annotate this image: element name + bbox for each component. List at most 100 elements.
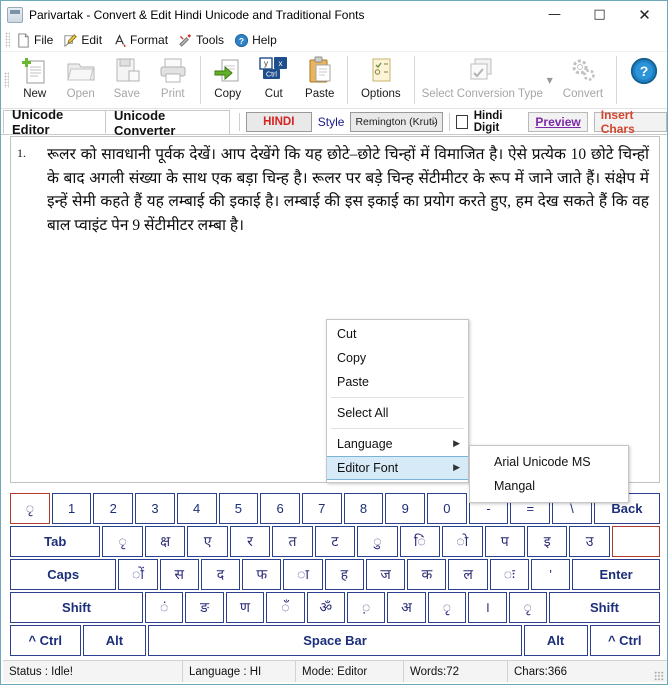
key-caps[interactable]: Caps	[10, 559, 117, 590]
key-r2-c4[interactable]: फ	[242, 559, 282, 590]
toolbar-button-print[interactable]: Print	[150, 52, 196, 108]
key-r3-c7[interactable]: अ	[387, 592, 426, 623]
context-menu-item-language[interactable]: Language ▶	[327, 432, 468, 456]
context-menu-item-cut[interactable]: Cut	[327, 322, 468, 346]
keyboard-row: Shiftं ङ णँ ॐ़ अृ ।ृ Shift	[10, 592, 661, 623]
key-r3-c9[interactable]: ।	[468, 592, 507, 623]
key-r2-c1[interactable]: ों	[118, 559, 158, 590]
tab-unicode-editor[interactable]: Unicode Editor	[3, 107, 106, 137]
context-menu-item-select-all[interactable]: Select All	[327, 401, 468, 425]
key-1[interactable]: 1	[51, 493, 92, 524]
submenu-item-mangal[interactable]: Mangal	[470, 474, 628, 498]
toolbar-drag-grip[interactable]	[4, 72, 9, 88]
minimize-button[interactable]: —	[532, 1, 577, 29]
key-r3-c2[interactable]: ङ	[185, 592, 224, 623]
key-r2-c10[interactable]: ः	[489, 559, 529, 590]
key-2[interactable]: 2	[93, 493, 134, 524]
key-r2-c8[interactable]: क	[407, 559, 447, 590]
context-menu-item-copy-label: Copy	[337, 351, 367, 365]
toolbar-button-new[interactable]: New	[12, 52, 58, 108]
key-6[interactable]: 6	[260, 493, 300, 524]
toolbar-button-paste[interactable]: Paste	[297, 52, 343, 108]
toolbar-button-print-label: Print	[160, 88, 185, 100]
context-menu-item-copy[interactable]: Copy	[327, 346, 468, 370]
toolbar-button-open[interactable]: Open	[58, 52, 104, 108]
key-r1-c4[interactable]: र	[229, 526, 271, 557]
key-tab[interactable]: Tab	[10, 526, 101, 557]
key-3[interactable]: 3	[135, 493, 175, 524]
key-r2-c2[interactable]: स	[159, 559, 199, 590]
key-enter[interactable]: Enter	[572, 559, 660, 590]
key-ctrl[interactable]: ^ Ctrl	[589, 625, 660, 656]
menu-item-file[interactable]: File	[13, 32, 60, 49]
chevron-down-icon[interactable]: ▼	[547, 76, 553, 85]
key-r3-c5[interactable]: ॐ	[306, 592, 345, 623]
key-5[interactable]: 5	[218, 493, 259, 524]
key-9[interactable]: 9	[385, 493, 426, 524]
close-button[interactable]: ✕	[622, 1, 667, 29]
toolbar-button-copy[interactable]: Copy	[205, 52, 251, 108]
key-space-bar[interactable]: Space Bar	[148, 625, 522, 656]
key-r1-c7[interactable]: ु	[357, 526, 398, 557]
key-shift[interactable]: Shift	[548, 592, 661, 623]
submenu-item-arial-unicode-ms[interactable]: Arial Unicode MS	[470, 450, 628, 474]
toolbar-button-help[interactable]: ?	[621, 52, 667, 108]
resize-grip[interactable]	[654, 671, 664, 681]
key-r3-c3[interactable]: ण	[225, 592, 265, 623]
style-dropdown[interactable]: Remington (Kruti) ⌄	[350, 112, 443, 132]
key-r2-c11[interactable]: '	[531, 559, 571, 590]
context-menu-item-editor-font[interactable]: Editor Font ▶	[327, 456, 468, 480]
key-r1-c12[interactable]: उ	[569, 526, 610, 557]
key-r2-c3[interactable]: द	[200, 559, 241, 590]
toolbar-button-paste-label: Paste	[305, 88, 335, 100]
key-r1-c1[interactable]: ृ	[102, 526, 143, 557]
key-r1-c9[interactable]: ो	[442, 526, 483, 557]
key-shift[interactable]: Shift	[10, 592, 143, 623]
toolbar-button-convert[interactable]: Convert	[554, 52, 612, 108]
key-r3-c1[interactable]: ं	[144, 592, 184, 623]
key-r1-c3[interactable]: ए	[187, 526, 228, 557]
key-r3-c8[interactable]: ृ	[427, 592, 467, 623]
key-r3-c6[interactable]: ़	[346, 592, 386, 623]
toolbar-button-options[interactable]: Options	[352, 52, 410, 108]
menu-item-format[interactable]: Format	[109, 32, 175, 49]
key-r2-c9[interactable]: ल	[448, 559, 488, 590]
key-7[interactable]: 7	[301, 493, 342, 524]
tab-unicode-converter[interactable]: Unicode Converter	[105, 108, 230, 138]
key-4[interactable]: 4	[176, 493, 217, 524]
key-r2-c6[interactable]: ह	[324, 559, 364, 590]
key-alt[interactable]: Alt	[523, 625, 588, 656]
key-r1-c8[interactable]: िं	[399, 526, 441, 557]
hindi-digit-checkbox[interactable]	[455, 115, 468, 129]
insert-chars-button[interactable]: Insert Chars	[593, 108, 667, 136]
key-r1-c5[interactable]: त	[272, 526, 313, 557]
toolbar-button-select-conversion-type[interactable]: Select Conversion Type	[419, 52, 546, 108]
key-r2-c5[interactable]: ा	[283, 559, 323, 590]
toolbar-button-save[interactable]: Save	[104, 52, 150, 108]
key-r1-c2[interactable]: क्ष	[144, 526, 186, 557]
menu-item-edit[interactable]: Edit	[60, 32, 109, 49]
key-0[interactable]: 0	[427, 493, 467, 524]
key-8[interactable]: 8	[343, 493, 384, 524]
menu-drag-grip[interactable]	[5, 32, 10, 48]
key-r0-c0[interactable]: ृ	[10, 493, 50, 524]
key-r2-c7[interactable]: ज	[365, 559, 406, 590]
key-r1-c6[interactable]: ट	[314, 526, 356, 557]
key-r3-c4[interactable]: ँ	[266, 592, 305, 623]
menu-item-tools[interactable]: Tools	[175, 32, 231, 49]
toolbar-separator-1	[199, 56, 201, 104]
maximize-button[interactable]: □	[577, 1, 622, 29]
key-r1-c11[interactable]: इ	[526, 526, 568, 557]
key-r1-c10[interactable]: प	[484, 526, 525, 557]
context-menu-item-paste[interactable]: Paste	[327, 370, 468, 394]
app-icon	[7, 6, 23, 23]
editor-text[interactable]: रूलर को सावधानी पूर्वक देखें। आप देखेंगे…	[47, 143, 649, 237]
toolbar-button-cut[interactable]: y x Ctrl Cut	[251, 52, 297, 108]
key-r1-c13[interactable]	[611, 526, 661, 557]
key-r3-c10[interactable]: ृ	[508, 592, 547, 623]
key-ctrl[interactable]: ^ Ctrl	[10, 625, 81, 656]
hindi-language-button[interactable]: HINDI	[245, 112, 312, 132]
menu-item-help[interactable]: ? Help	[231, 32, 284, 49]
preview-button[interactable]: Preview	[528, 112, 588, 132]
key-alt[interactable]: Alt	[82, 625, 147, 656]
